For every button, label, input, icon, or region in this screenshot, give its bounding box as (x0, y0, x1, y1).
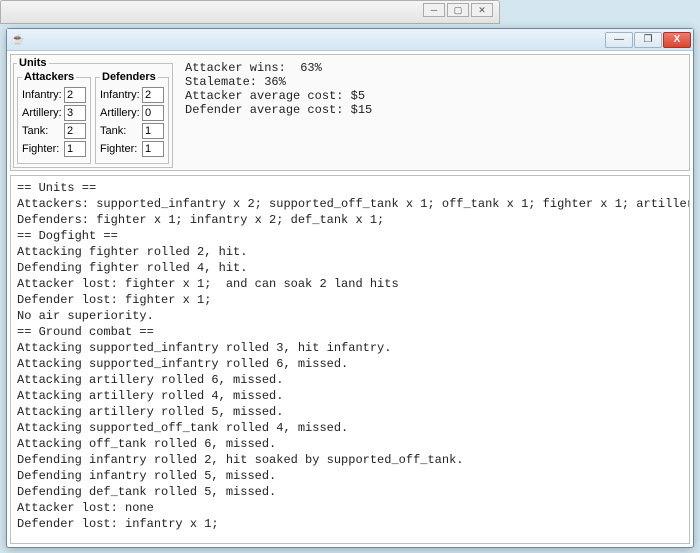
bg-maximize-button[interactable]: ▢ (447, 3, 469, 17)
defenders-tank-input[interactable] (142, 123, 164, 139)
content-area: Units Attackers Infantry: Artillery: (7, 51, 693, 547)
attackers-infantry-input[interactable] (64, 87, 86, 103)
defenders-infantry-input[interactable] (142, 87, 164, 103)
defenders-artillery-label: Artillery: (100, 107, 142, 119)
attackers-artillery-input[interactable] (64, 105, 86, 121)
main-window: ☕ — ❐ X Units Attackers Infantry: Artill… (6, 28, 694, 548)
defenders-tank-label: Tank: (100, 125, 142, 137)
defenders-fighter-label: Fighter: (100, 143, 142, 155)
close-button[interactable]: X (663, 32, 691, 48)
attackers-legend: Attackers (22, 71, 76, 83)
attackers-infantry-label: Infantry: (22, 89, 64, 101)
attackers-tank-label: Tank: (22, 125, 64, 137)
maximize-button[interactable]: ❐ (634, 32, 662, 48)
defenders-fighter-input[interactable] (142, 141, 164, 157)
top-panel: Units Attackers Infantry: Artillery: (10, 54, 690, 171)
java-icon: ☕ (11, 33, 25, 47)
defenders-artillery-input[interactable] (142, 105, 164, 121)
bg-close-button[interactable]: ✕ (471, 3, 493, 17)
stats-panel: Attacker wins: 63% Stalemate: 36% Attack… (179, 57, 687, 168)
attackers-fighter-label: Fighter: (22, 143, 64, 155)
units-legend: Units (17, 57, 49, 69)
combat-log: == Units == Attackers: supported_infantr… (10, 175, 690, 544)
attackers-fieldset: Attackers Infantry: Artillery: Tank: (17, 71, 91, 164)
background-window-stub: ─ ▢ ✕ (0, 0, 500, 24)
attackers-artillery-label: Artillery: (22, 107, 64, 119)
defenders-fieldset: Defenders Infantry: Artillery: Tank: (95, 71, 169, 164)
units-fieldset: Units Attackers Infantry: Artillery: (13, 57, 173, 168)
titlebar[interactable]: ☕ — ❐ X (7, 29, 693, 51)
bg-minimize-button[interactable]: ─ (423, 3, 445, 17)
defenders-legend: Defenders (100, 71, 158, 83)
attackers-tank-input[interactable] (64, 123, 86, 139)
minimize-button[interactable]: — (605, 32, 633, 48)
attackers-fighter-input[interactable] (64, 141, 86, 157)
defenders-infantry-label: Infantry: (100, 89, 142, 101)
